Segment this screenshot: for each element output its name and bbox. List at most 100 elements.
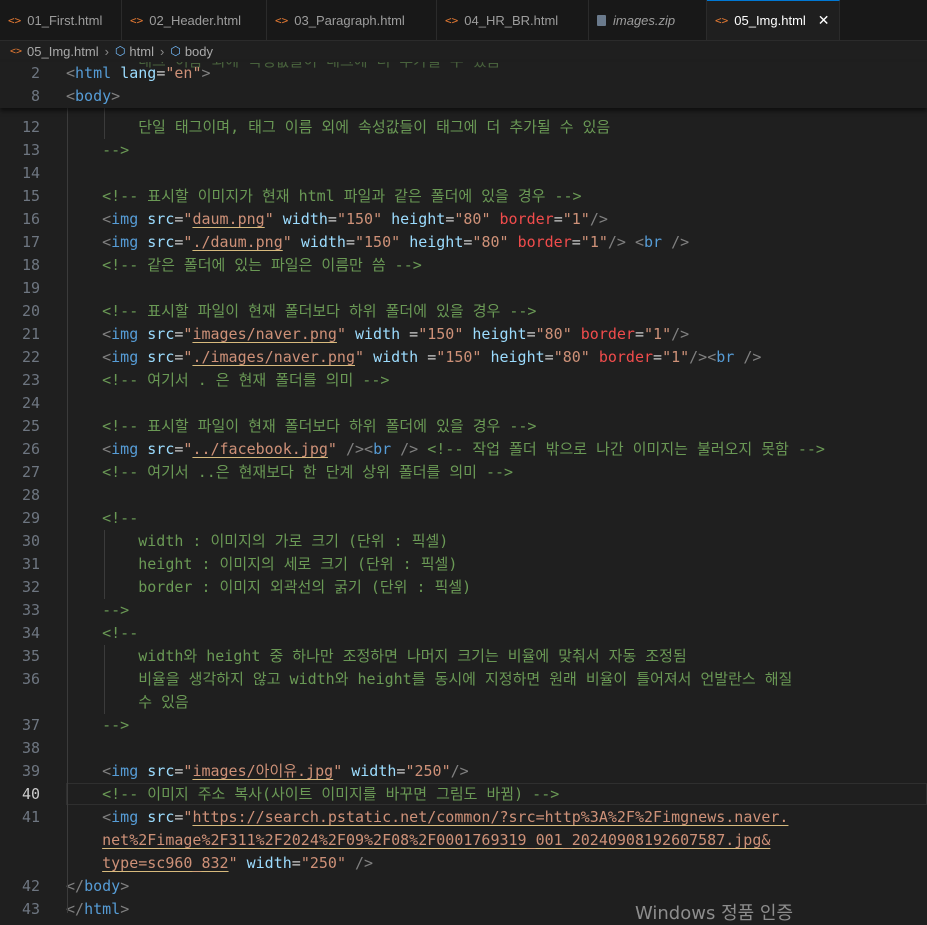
code-line[interactable]: 19 [0,277,927,300]
code-editor[interactable]: 태그 이름 외에 속성값들이 태그에 더 추가될 수 있음 2 <html lang… [0,62,927,921]
code-text: <!-- 표시할 파일이 현재 폴더보다 하위 폴더에 있을 경우 --> [102,417,537,435]
code-line[interactable]: 13 --> [0,139,927,162]
code-line[interactable]: 16 <img src="daum.png" width="150" heigh… [0,208,927,231]
breadcrumb-body[interactable]: body [185,44,213,59]
line-number: 14 [21,164,40,182]
code-line[interactable]: 39 <img src="images/아이유.jpg" width="250"… [0,760,927,783]
code-text: <!-- 표시할 파일이 현재 폴더보다 하위 폴더에 있을 경우 --> [102,302,537,320]
code-text: <!-- 이미지 주소 복사(사이트 이미지를 바꾸면 그림도 바뀜) --> [102,785,560,803]
code-line[interactable]: 36 비율을 생각하지 않고 width와 height를 동시에 지정하면 원… [0,668,927,691]
line-number: 36 [21,670,40,688]
html-icon: <> [130,13,144,27]
tab-label: 01_First.html [27,12,103,28]
code-line[interactable]: 41 <img src="https://search.pstatic.net/… [0,806,927,829]
code-text: <body> [66,87,121,105]
tab-01-first[interactable]: <> 01_First.html [0,0,122,40]
code-text: <img src="./daum.png" width="150" height… [102,233,690,251]
code-line[interactable]: 15 <!-- 표시할 이미지가 현재 html 파일과 같은 폴더에 있을 경… [0,185,927,208]
line-number: 2 [30,64,40,82]
code-line[interactable]: 29 <!-- [0,507,927,530]
code-line[interactable]: 22 <img src="./images/naver.png" width =… [0,346,927,369]
chevron-right-icon: › [159,43,165,59]
code-line[interactable]: 21 <img src="images/naver.png" width ="1… [0,323,927,346]
tab-label: 03_Paragraph.html [294,12,405,28]
tab-04-hr-br[interactable]: <> 04_HR_BR.html [437,0,589,40]
line-number: 15 [21,187,40,205]
breadcrumb-html[interactable]: html [129,44,154,59]
code-line[interactable]: 27 <!-- 여기서 ..은 현재보다 한 단계 상위 폴더를 의미 --> [0,461,927,484]
sticky-scroll: 태그 이름 외에 속성값들이 태그에 더 추가될 수 있음 2 <html lang… [0,62,927,108]
line-number: 39 [21,762,40,780]
code-line[interactable]: 26 <img src="../facebook.jpg" /><br /> <… [0,438,927,461]
line-number: 26 [21,440,40,458]
tab-images-zip[interactable]: images.zip [589,0,707,40]
code-line[interactable]: type=sc960_832" width="250" /> [0,852,927,875]
line-number: 32 [21,578,40,596]
code-text: <img src="https://search.pstatic.net/com… [102,808,789,826]
code-line[interactable]: 35 width와 height 중 하나만 조정하면 나머지 크기는 비율에 … [0,645,927,668]
line-number: 12 [21,118,40,136]
code-line[interactable]: 42 </body> [0,875,927,898]
line-number: 28 [21,486,40,504]
code-text: --> [66,716,130,734]
code-line[interactable]: 24 [0,392,927,415]
html-icon: <> [275,13,289,27]
code-line[interactable]: 14 [0,162,927,185]
tab-02-header[interactable]: <> 02_Header.html [122,0,267,40]
close-icon[interactable]: ✕ [818,13,830,29]
code-text: height : 이미지의 세로 크기 (단위 : 픽셀) [66,555,458,573]
tab-label: 02_Header.html [149,12,242,28]
line-number: 19 [21,279,40,297]
code-text: <img src="images/아이유.jpg" width="250"/> [102,762,469,780]
code-text: <!-- 같은 폴더에 있는 파일은 이름만 씀 --> [102,256,422,274]
tab-label: images.zip [613,12,676,28]
html-icon: <> [445,13,459,27]
code-line[interactable]: 34 <!-- [0,622,927,645]
line-number: 13 [21,141,40,159]
breadcrumb-file[interactable]: 05_Img.html [27,44,99,59]
code-line[interactable]: 20 <!-- 표시할 파일이 현재 폴더보다 하위 폴더에 있을 경우 --> [0,300,927,323]
code-line[interactable]: 17 <img src="./daum.png" width="150" hei… [0,231,927,254]
code-text: <!-- [102,624,139,642]
code-line[interactable]: 30 width : 이미지의 가로 크기 (단위 : 픽셀) [0,530,927,553]
code-text: <!-- [102,509,139,527]
code-line[interactable]: 23 <!-- 여기서 . 은 현재 폴더를 의미 --> [0,369,927,392]
code-line[interactable]: 31 height : 이미지의 세로 크기 (단위 : 픽셀) [0,553,927,576]
line-number: 24 [21,394,40,412]
code-text: <img src="../facebook.jpg" /><br /> <!--… [102,440,825,458]
html-icon: <> [715,14,729,27]
code-line[interactable]: 33 --> [0,599,927,622]
sticky-line[interactable]: 2 <html lang="en"> [0,62,927,85]
code-line[interactable]: 12 단일 태그이며, 태그 이름 외에 속성값들이 태그에 더 추가될 수 있… [0,116,927,139]
line-number: 16 [21,210,40,228]
element-icon: ⬡ [114,44,126,58]
line-number: 40 [21,785,40,803]
tab-03-paragraph[interactable]: <> 03_Paragraph.html [267,0,437,40]
code-line[interactable]: 28 [0,484,927,507]
code-line[interactable]: 32 border : 이미지 외곽선의 굵기 (단위 : 픽셀) [0,576,927,599]
code-text: border : 이미지 외곽선의 굵기 (단위 : 픽셀) [66,578,472,596]
line-number: 25 [21,417,40,435]
code-line[interactable]: 18 <!-- 같은 폴더에 있는 파일은 이름만 씀 --> [0,254,927,277]
code-line[interactable]: 38 [0,737,927,760]
line-number: 29 [21,509,40,527]
tab-label: 05_Img.html [734,13,806,28]
tab-05-img[interactable]: <> 05_Img.html ✕ [707,0,840,40]
indent-guide [104,530,105,599]
indent-guide [67,108,68,913]
line-number: 17 [21,233,40,251]
activation-watermark: Windows 정품 인증 [635,903,794,924]
line-number: 41 [21,808,40,826]
code-line[interactable]: 40 <!-- 이미지 주소 복사(사이트 이미지를 바꾸면 그림도 바뀜) -… [0,783,927,806]
code-line[interactable]: 37 --> [0,714,927,737]
sticky-line[interactable]: 8 <body> [0,85,927,108]
html-icon: <> [8,13,22,27]
line-number: 37 [21,716,40,734]
line-number: 43 [21,900,40,918]
code-line[interactable]: 25 <!-- 표시할 파일이 현재 폴더보다 하위 폴더에 있을 경우 --> [0,415,927,438]
breadcrumb: <> 05_Img.html › ⬡ html › ⬡ body [0,40,927,62]
code-text: <!-- 여기서 . 은 현재 폴더를 의미 --> [102,371,390,389]
code-line[interactable]: 수 있음 [0,691,927,714]
code-text: 단일 태그이며, 태그 이름 외에 속성값들이 태그에 더 추가될 수 있음 [66,118,611,136]
code-line[interactable]: net%2Fimage%2F311%2F2024%2F09%2F08%2F000… [0,829,927,852]
